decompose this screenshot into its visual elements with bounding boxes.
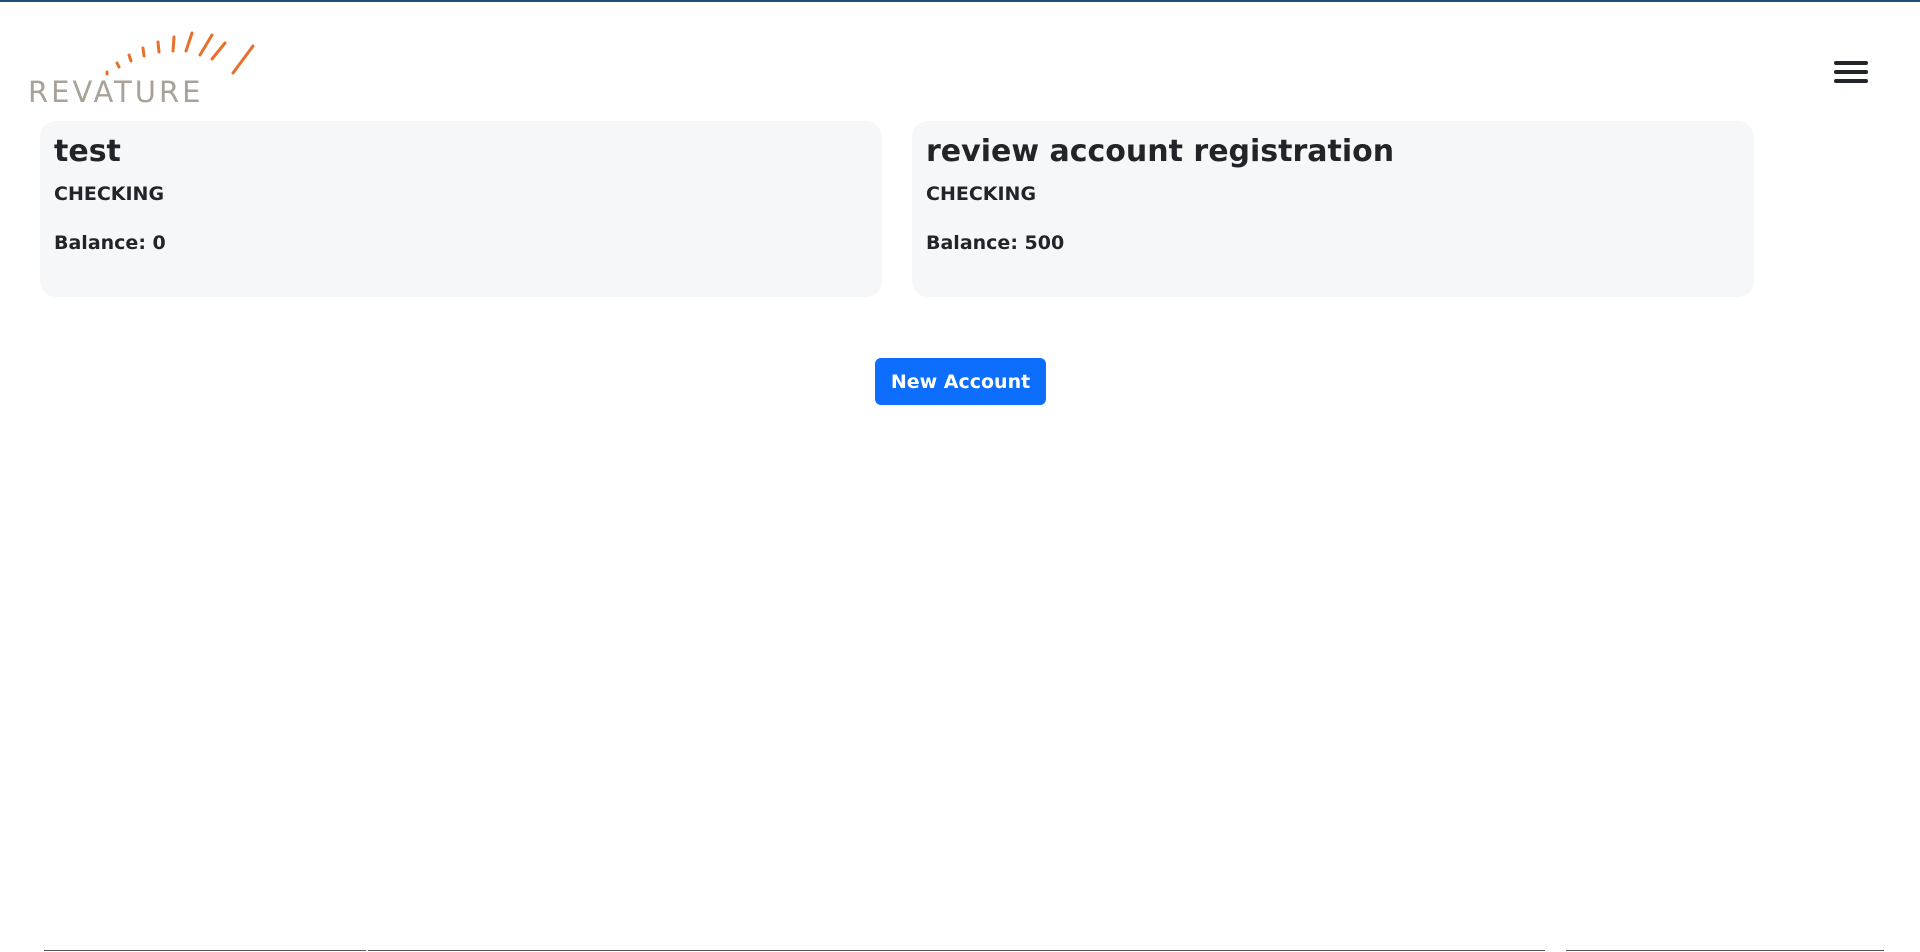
menu-bar-bottom <box>1834 79 1868 83</box>
revature-logo[interactable]: REVATURE <box>28 30 264 110</box>
menu-bar-middle <box>1834 70 1868 74</box>
account-balance: Balance: 500 <box>926 232 1065 254</box>
account-title: review account registration <box>926 134 1395 169</box>
account-card[interactable]: review account registration CHECKING Bal… <box>912 121 1754 297</box>
account-card[interactable]: test CHECKING Balance: 0 <box>40 121 882 297</box>
account-balance: Balance: 0 <box>54 232 166 254</box>
account-card-list: test CHECKING Balance: 0 review account … <box>40 121 1754 298</box>
header: REVATURE <box>0 0 1920 120</box>
account-title: test <box>54 134 121 169</box>
menu-bar-top <box>1834 61 1868 65</box>
new-account-button[interactable]: New Account <box>875 358 1046 405</box>
account-type: CHECKING <box>926 183 1037 205</box>
logo-wordmark: REVATURE <box>28 75 204 109</box>
hamburger-menu-icon[interactable] <box>1832 58 1872 90</box>
sunrise-rays-icon <box>105 31 255 76</box>
footer-divider <box>0 948 1920 952</box>
account-type: CHECKING <box>54 183 165 205</box>
